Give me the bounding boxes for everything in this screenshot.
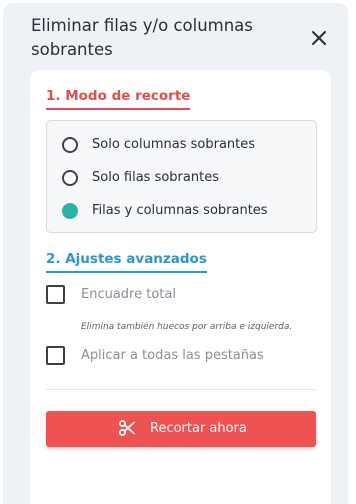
full-frame-label: Encuadre total: [81, 287, 176, 302]
all-tabs-label: Aplicar a todas las pestañas: [81, 348, 264, 363]
all-tabs-checkbox-row[interactable]: Aplicar a todas las pestañas: [46, 345, 316, 367]
dialog-panel: Eliminar filas y/o columnas sobrantes 1.…: [3, 3, 348, 504]
section-mode-title: 1. Modo de recorte: [46, 87, 191, 110]
dialog-title: Eliminar filas y/o columnas sobrantes: [31, 16, 253, 59]
cut-now-button[interactable]: Recortar ahora: [46, 411, 316, 447]
full-frame-hint: Elimina también huecos por arriba e izqu…: [81, 322, 293, 332]
scissors-icon: [119, 420, 135, 436]
all-tabs-checkbox[interactable]: [46, 346, 65, 365]
settings-card: 1. Modo de recorte Solo columnas sobrant…: [30, 70, 331, 504]
radio-button-selected[interactable]: [62, 203, 78, 219]
radio-option-rows[interactable]: Solo filas sobrantes: [47, 164, 316, 192]
section-advanced-title: 2. Ajustes avanzados: [46, 250, 207, 273]
radio-label: Solo filas sobrantes: [92, 170, 219, 185]
full-frame-checkbox[interactable]: [46, 285, 65, 304]
close-button[interactable]: [308, 27, 330, 49]
radio-option-rows-and-columns[interactable]: Filas y columnas sobrantes: [47, 197, 316, 225]
divider: [46, 389, 316, 390]
full-frame-checkbox-row[interactable]: Encuadre total: [46, 284, 316, 306]
radio-button[interactable]: [62, 137, 78, 153]
radio-label: Filas y columnas sobrantes: [92, 203, 268, 218]
radio-label: Solo columnas sobrantes: [92, 137, 256, 152]
cut-now-label: Recortar ahora: [150, 421, 247, 436]
close-icon: [312, 31, 326, 45]
radio-button[interactable]: [62, 170, 78, 186]
radio-option-columns[interactable]: Solo columnas sobrantes: [47, 131, 316, 159]
mode-radio-group: Solo columnas sobrantes Solo filas sobra…: [46, 120, 317, 233]
